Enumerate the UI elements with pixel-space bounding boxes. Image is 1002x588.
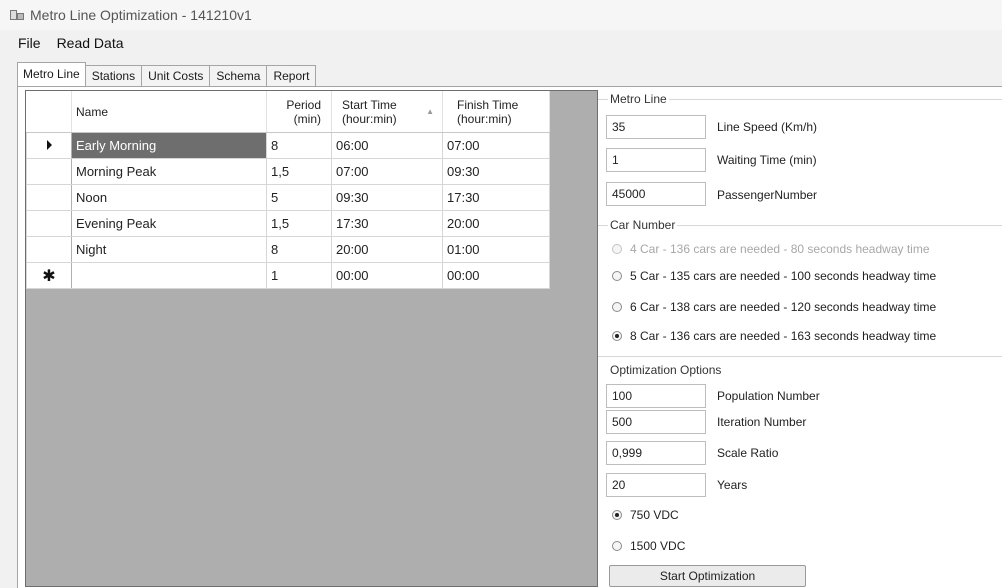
row-header[interactable] bbox=[26, 132, 72, 159]
car-number-group-title: Car Number bbox=[608, 218, 678, 232]
passenger-number-input[interactable] bbox=[606, 182, 706, 206]
column-header-period-label: Period (min) bbox=[286, 97, 321, 126]
cell-finish-time[interactable]: 00:00 bbox=[442, 262, 550, 289]
iteration-number-label: Iteration Number bbox=[717, 415, 807, 429]
table-row[interactable]: Night 8 20:00 01:00 bbox=[26, 236, 550, 263]
cell-period[interactable]: 8 bbox=[266, 132, 332, 159]
passenger-number-label: PassengerNumber bbox=[717, 188, 818, 202]
car-option-4[interactable]: 4 Car - 136 cars are needed - 80 seconds… bbox=[612, 242, 930, 256]
tab-metro-line[interactable]: Metro Line bbox=[17, 62, 86, 86]
voltage-1500-option[interactable]: 1500 VDC bbox=[612, 539, 685, 553]
window-title: Metro Line Optimization - 141210v1 bbox=[30, 7, 252, 23]
tab-schema[interactable]: Schema bbox=[209, 65, 268, 86]
menu-bar: File Read Data bbox=[0, 30, 1002, 56]
waiting-time-label: Waiting Time (min) bbox=[717, 153, 817, 167]
cell-name[interactable]: Noon bbox=[71, 184, 267, 211]
table-row[interactable]: Evening Peak 1,5 17:30 20:00 bbox=[26, 210, 550, 237]
row-header[interactable] bbox=[26, 236, 72, 263]
row-header[interactable]: ✱ bbox=[26, 262, 72, 289]
cell-start-time[interactable]: 09:30 bbox=[331, 184, 443, 211]
cell-period[interactable]: 5 bbox=[266, 184, 332, 211]
cell-name[interactable]: Night bbox=[71, 236, 267, 263]
app-window-icon bbox=[10, 9, 24, 21]
radio-button-selected[interactable] bbox=[612, 510, 622, 520]
cell-finish-time[interactable]: 01:00 bbox=[442, 236, 550, 263]
years-input[interactable] bbox=[606, 473, 706, 497]
start-optimization-button[interactable]: Start Optimization bbox=[609, 565, 806, 587]
optimization-options-group-title: Optimization Options bbox=[608, 363, 724, 377]
new-row-asterisk-icon: ✱ bbox=[42, 267, 56, 285]
voltage-750-option[interactable]: 750 VDC bbox=[612, 508, 679, 522]
cell-period[interactable]: 1 bbox=[266, 262, 332, 289]
waiting-time-input[interactable] bbox=[606, 148, 706, 172]
current-row-arrow-icon bbox=[46, 140, 52, 150]
radio-button[interactable] bbox=[612, 302, 622, 312]
population-number-input[interactable] bbox=[606, 384, 706, 408]
radio-button[interactable] bbox=[612, 541, 622, 551]
cell-name[interactable]: Evening Peak bbox=[71, 210, 267, 237]
periods-table: Name Period (min) Start Time (hour:min) … bbox=[26, 91, 550, 289]
table-row[interactable]: Morning Peak 1,5 07:00 09:30 bbox=[26, 158, 550, 185]
sort-ascending-icon: ▲ bbox=[426, 106, 434, 116]
car-option-4-label: 4 Car - 136 cars are needed - 80 seconds… bbox=[630, 242, 930, 256]
cell-start-time[interactable]: 06:00 bbox=[331, 132, 443, 159]
voltage-750-label: 750 VDC bbox=[630, 508, 679, 522]
car-option-6-label: 6 Car - 138 cars are needed - 120 second… bbox=[630, 300, 937, 314]
car-option-6[interactable]: 6 Car - 138 cars are needed - 120 second… bbox=[612, 300, 936, 314]
cell-finish-time[interactable]: 20:00 bbox=[442, 210, 550, 237]
car-option-8-label: 8 Car - 136 cars are needed - 163 second… bbox=[630, 329, 937, 343]
cell-start-time[interactable]: 20:00 bbox=[331, 236, 443, 263]
menu-file[interactable]: File bbox=[10, 35, 49, 51]
table-row[interactable]: Early Morning 8 06:00 07:00 bbox=[26, 132, 550, 159]
cell-name[interactable]: Morning Peak bbox=[71, 158, 267, 185]
column-header-finish-time-label: Finish Time (hour:min) bbox=[457, 97, 519, 126]
tab-unit-costs[interactable]: Unit Costs bbox=[141, 65, 211, 86]
radio-button-selected[interactable] bbox=[612, 331, 622, 341]
cell-start-time[interactable]: 07:00 bbox=[331, 158, 443, 185]
row-header[interactable] bbox=[26, 158, 72, 185]
cell-name[interactable]: Early Morning bbox=[71, 132, 267, 159]
cell-finish-time[interactable]: 09:30 bbox=[442, 158, 550, 185]
grid-header-row: Name Period (min) Start Time (hour:min) … bbox=[26, 91, 550, 133]
title-bar: Metro Line Optimization - 141210v1 bbox=[0, 0, 1002, 30]
cell-finish-time[interactable]: 17:30 bbox=[442, 184, 550, 211]
row-header-corner bbox=[26, 91, 72, 133]
cell-period[interactable]: 1,5 bbox=[266, 210, 332, 237]
column-header-name[interactable]: Name bbox=[71, 91, 267, 133]
line-speed-label: Line Speed (Km/h) bbox=[717, 120, 818, 134]
metro-line-group-title: Metro Line bbox=[608, 92, 669, 106]
cell-start-time[interactable]: 00:00 bbox=[331, 262, 443, 289]
row-header[interactable] bbox=[26, 210, 72, 237]
cell-start-time[interactable]: 17:30 bbox=[331, 210, 443, 237]
menu-read-data[interactable]: Read Data bbox=[49, 35, 132, 51]
tab-strip: Metro Line Stations Unit Costs Schema Re… bbox=[17, 62, 317, 86]
row-header[interactable] bbox=[26, 184, 72, 211]
cell-period[interactable]: 1,5 bbox=[266, 158, 332, 185]
radio-button[interactable] bbox=[612, 244, 622, 254]
voltage-1500-label: 1500 VDC bbox=[630, 539, 686, 553]
car-option-5[interactable]: 5 Car - 135 cars are needed - 100 second… bbox=[612, 269, 936, 283]
tab-stations[interactable]: Stations bbox=[84, 65, 143, 86]
scale-ratio-label: Scale Ratio bbox=[717, 446, 779, 460]
line-speed-input[interactable] bbox=[606, 115, 706, 139]
cell-name[interactable] bbox=[71, 262, 267, 289]
car-option-8[interactable]: 8 Car - 136 cars are needed - 163 second… bbox=[612, 329, 936, 343]
column-header-start-time-label: Start Time (hour:min) bbox=[342, 97, 397, 126]
table-row[interactable]: Noon 5 09:30 17:30 bbox=[26, 184, 550, 211]
column-header-period[interactable]: Period (min) bbox=[266, 91, 332, 133]
car-option-5-label: 5 Car - 135 cars are needed - 100 second… bbox=[630, 269, 937, 283]
periods-grid: Name Period (min) Start Time (hour:min) … bbox=[25, 90, 598, 587]
tab-report[interactable]: Report bbox=[266, 65, 317, 86]
scale-ratio-input[interactable] bbox=[606, 441, 706, 465]
years-label: Years bbox=[717, 478, 748, 492]
cell-period[interactable]: 8 bbox=[266, 236, 332, 263]
new-row[interactable]: ✱ 1 00:00 00:00 bbox=[26, 262, 550, 289]
column-header-start-time[interactable]: Start Time (hour:min) ▲ bbox=[331, 91, 443, 133]
cell-finish-time[interactable]: 07:00 bbox=[442, 132, 550, 159]
column-header-finish-time[interactable]: Finish Time (hour:min) bbox=[442, 91, 550, 133]
iteration-number-input[interactable] bbox=[606, 410, 706, 434]
population-number-label: Population Number bbox=[717, 389, 820, 403]
radio-button[interactable] bbox=[612, 271, 622, 281]
